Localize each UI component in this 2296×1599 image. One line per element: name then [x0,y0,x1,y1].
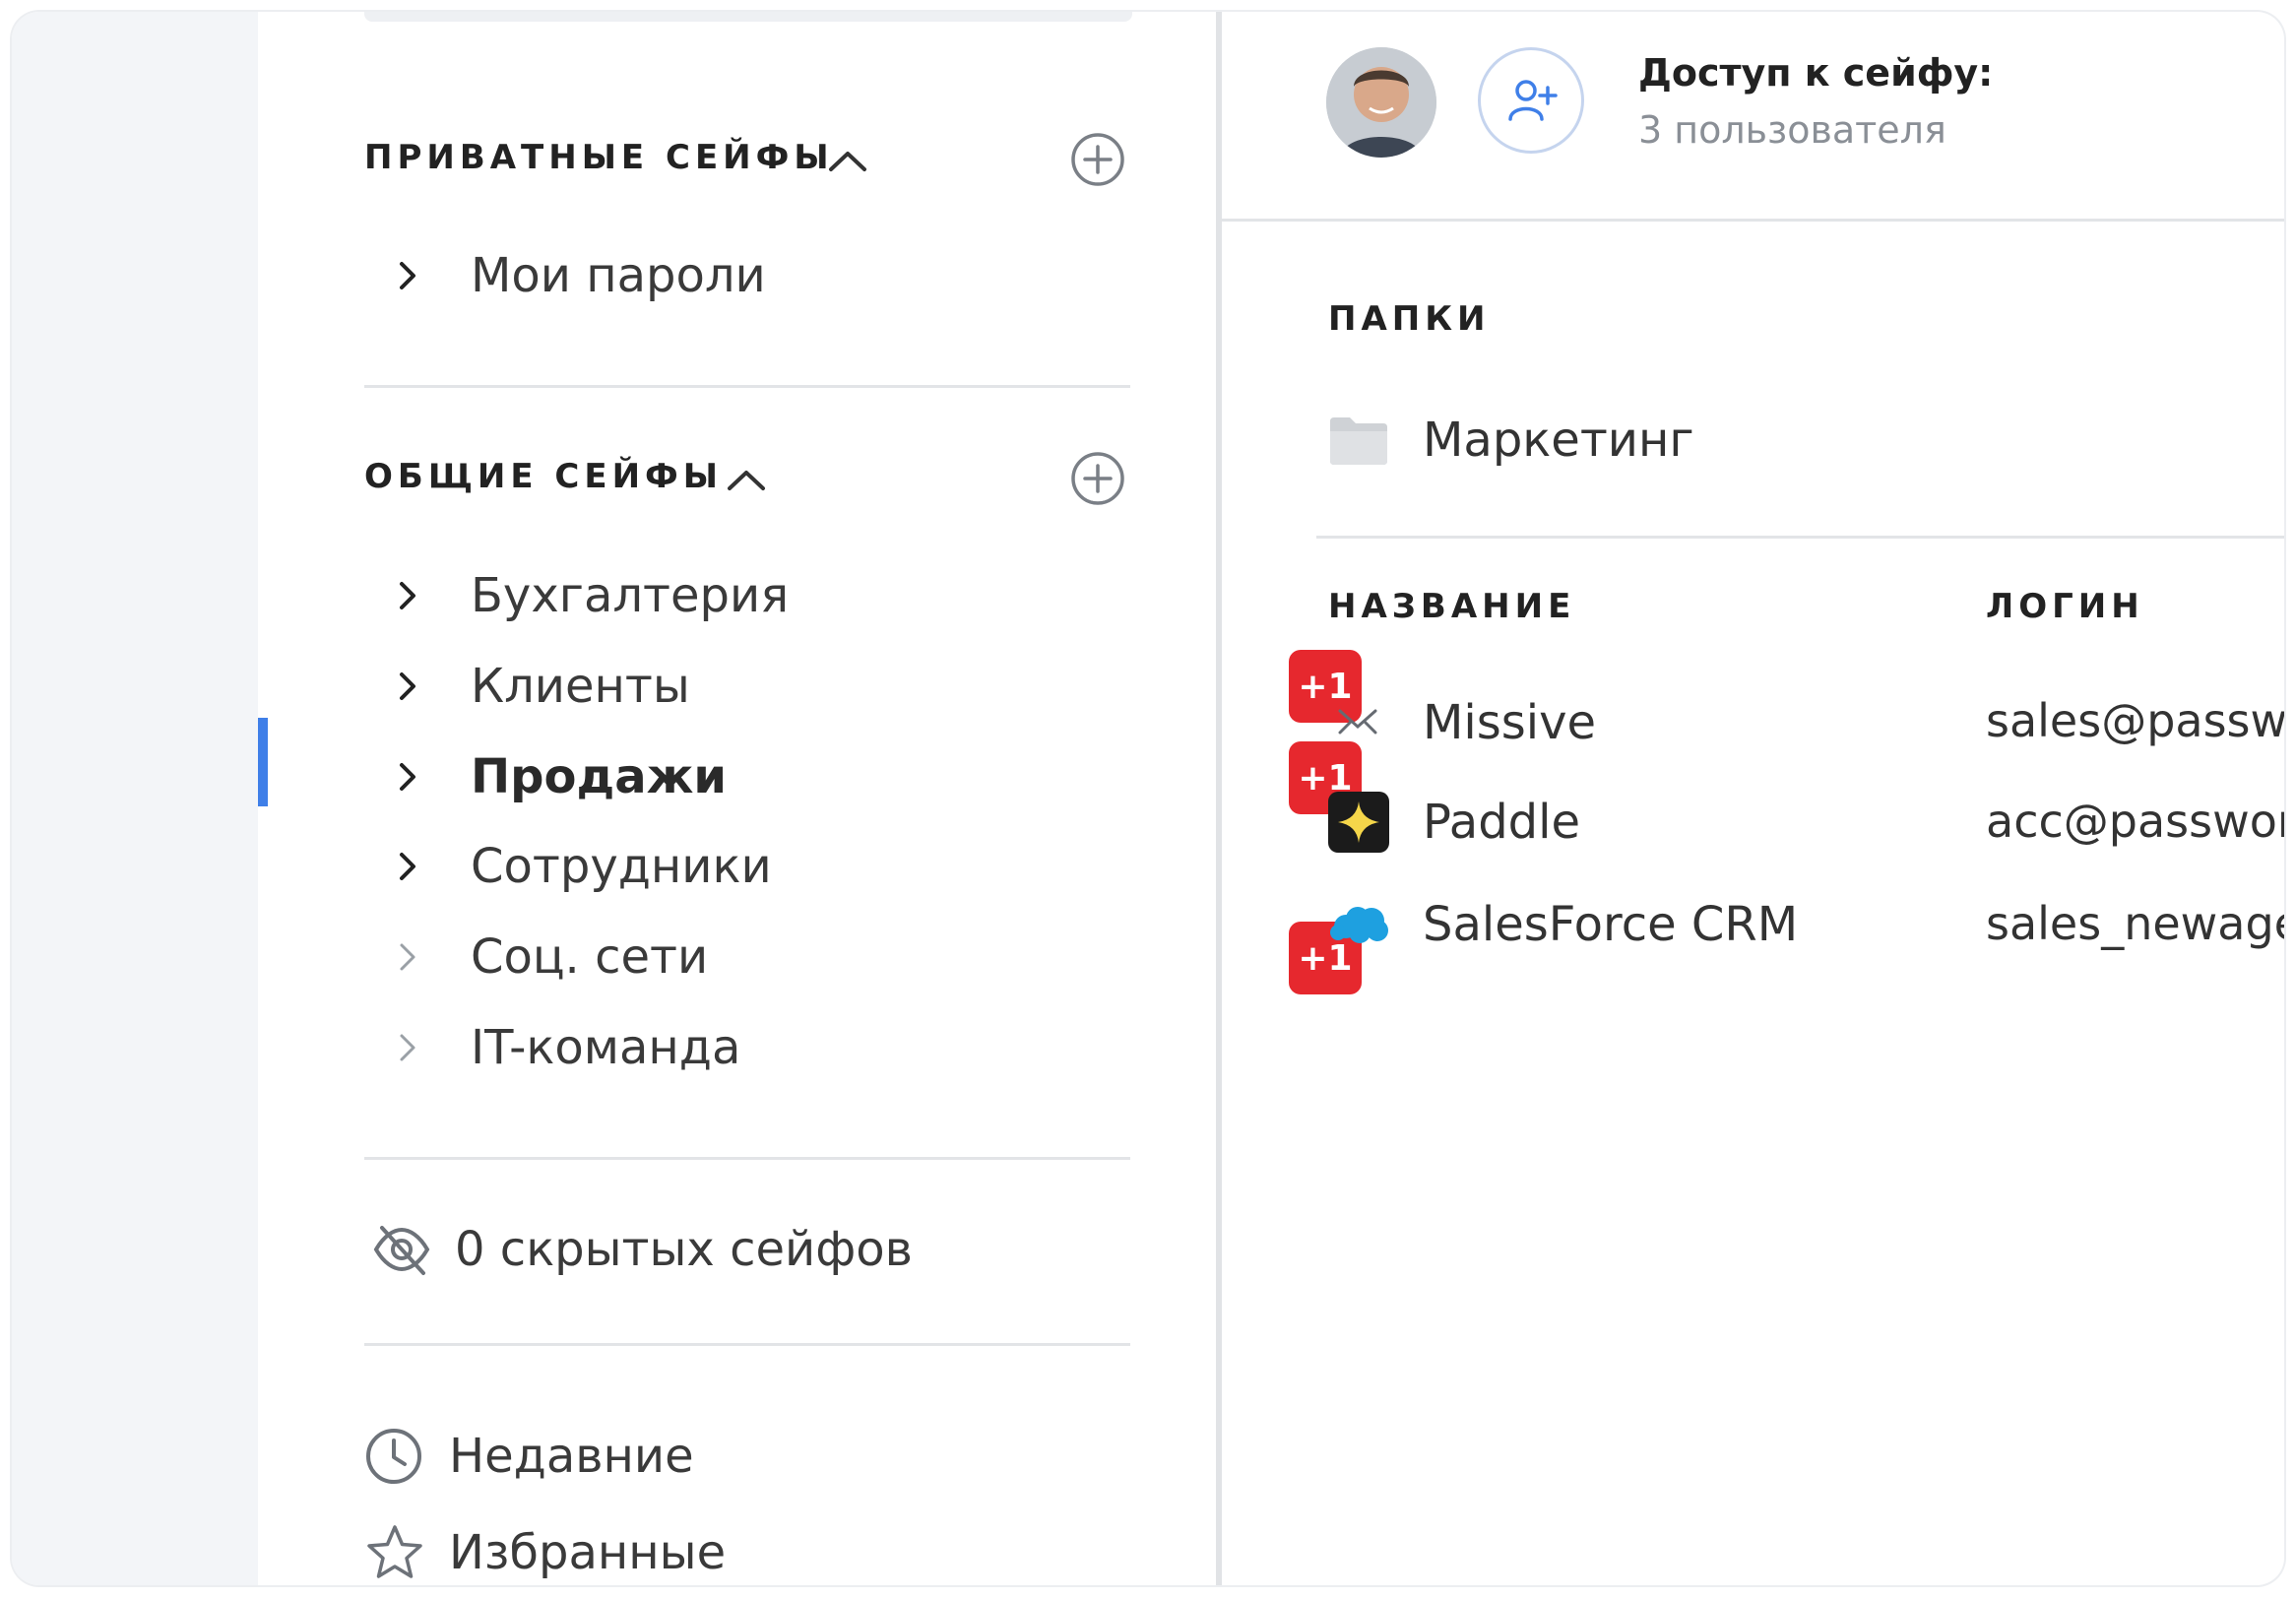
hidden-safes-link[interactable]: 0 скрытых сейфов [370,1215,913,1284]
add-user-icon [1508,80,1558,121]
entry-name: Paddle [1423,795,1581,850]
entry-login[interactable]: acc@passwork [1986,795,2284,848]
safe-item-label: IT-команда [471,1020,741,1075]
add-user-button[interactable] [1478,47,1584,154]
chevron-right-icon[interactable] [396,578,453,613]
shared-safes-title: ОБЩИЕ СЕЙФЫ [364,457,723,496]
access-users-count[interactable]: 3 пользователя [1638,108,1946,152]
app-window: ПРИВАТНЫЕ СЕЙФЫ Мои пароли ОБЩИЕ СЕЙФЫ Б… [12,12,2284,1585]
password-row-missive[interactable]: Missive [1328,688,1596,757]
chevron-right-icon[interactable] [396,669,453,704]
eye-slash-icon [373,1226,430,1275]
recent-label: Недавние [449,1429,694,1484]
safe-item-sales[interactable]: Продажи [376,742,727,811]
folder-item-marketing[interactable]: Маркетинг [1328,406,1694,475]
chevron-right-icon[interactable] [396,759,453,795]
hidden-safes-label: 0 скрытых сейфов [455,1222,913,1277]
avatar[interactable] [1326,47,1436,158]
entry-name: Missive [1423,695,1597,750]
sidebar: ПРИВАТНЫЕ СЕЙФЫ Мои пароли ОБЩИЕ СЕЙФЫ Б… [258,12,1362,1585]
chevron-right-icon[interactable] [396,939,453,975]
chevron-right-icon[interactable] [396,258,453,293]
sidebar-search-bottom-edge [364,12,1132,22]
star-icon [367,1525,422,1578]
safe-item-label: Продажи [471,749,728,804]
missive-icon [1338,709,1377,735]
entry-login[interactable]: sales@passwor [1986,694,2284,747]
safe-item-label: Соц. сети [471,929,709,985]
collapse-shared-chevron-icon[interactable] [726,467,767,494]
folders-divider [1316,536,2284,539]
favorites-label: Избранные [449,1525,727,1580]
folder-label: Маркетинг [1423,413,1694,468]
chevron-right-icon[interactable] [396,1030,453,1065]
left-rail [12,12,258,1585]
entry-name: SalesForce CRM [1423,897,1799,952]
safe-item-label: Бухгалтерия [471,568,790,623]
private-safes-title: ПРИВАТНЫЕ СЕЙФЫ [364,138,834,177]
safe-item-it-team[interactable]: IT-команда [376,1013,740,1082]
recent-link[interactable]: Недавние [364,1422,694,1491]
password-row-salesforce[interactable]: SalesForce CRM [1328,890,1798,959]
add-private-safe-button[interactable] [1070,132,1125,187]
column-header-name[interactable]: НАЗВАНИЕ [1328,587,1575,626]
favorites-link[interactable]: Избранные [364,1518,726,1585]
safe-item-clients[interactable]: Клиенты [376,652,690,721]
collapse-private-chevron-icon[interactable] [827,148,868,175]
divider [364,1343,1130,1346]
salesforce-icon [1330,907,1388,943]
safe-item-social[interactable]: Соц. сети [376,923,708,991]
entry-login[interactable]: sales_newage [1986,897,2284,950]
safe-item-accounting[interactable]: Бухгалтерия [376,561,789,630]
divider [364,385,1130,388]
access-title: Доступ к сейфу: [1638,51,1994,95]
safe-item-label: Клиенты [471,659,690,714]
clock-icon [366,1429,421,1484]
active-item-indicator [258,718,268,806]
header-divider [1222,219,2284,222]
chevron-right-icon[interactable] [396,849,453,884]
safe-item-label: Мои пароли [471,248,766,303]
safe-item-my-passwords[interactable]: Мои пароли [376,241,766,310]
main-panel: Доступ к сейфу: 3 пользователя ПАПКИ Мар… [1222,12,2284,1585]
safe-item-label: Сотрудники [471,839,772,894]
paddle-icon [1328,792,1389,853]
add-shared-safe-button[interactable] [1070,451,1125,506]
password-row-paddle[interactable]: Paddle [1328,788,1580,857]
folders-title: ПАПКИ [1328,299,1491,339]
folder-icon [1330,417,1387,465]
column-header-login[interactable]: ЛОГИН [1986,587,2144,626]
safe-item-employees[interactable]: Сотрудники [376,832,772,901]
divider [364,1157,1130,1160]
